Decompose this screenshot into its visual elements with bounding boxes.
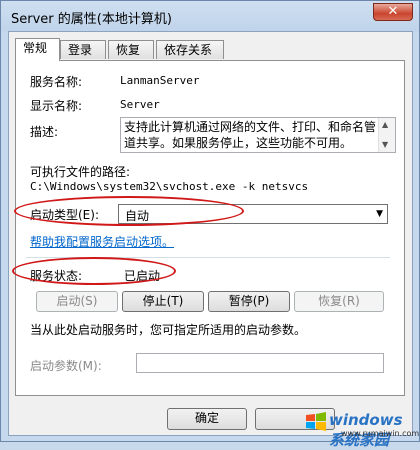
general-tab-panel: 服务名称: LanmanServer 显示名称: Server 描述: 支持此计… (15, 60, 405, 396)
properties-window: Server 的属性(本地计算机) ✕ 常规 登录 恢复 依存关系 服务名称: … (0, 0, 420, 449)
startup-type-label: 启动类型(E): (30, 208, 99, 222)
tab-general[interactable]: 常规 (15, 38, 60, 61)
description-label: 描述: (30, 125, 59, 139)
display-name-value: Server (120, 98, 160, 111)
tab-dependencies[interactable]: 依存关系 (156, 40, 224, 59)
service-name-label: 服务名称: (30, 75, 83, 89)
service-status-value: 已启动 (124, 269, 161, 283)
pause-button[interactable]: 暂停(P) (208, 291, 290, 312)
exe-path-value: C:\Windows\system32\svchost.exe -k netsv… (30, 180, 309, 193)
ok-button[interactable]: 确定 (167, 408, 247, 430)
close-button[interactable]: ✕ (373, 3, 413, 21)
display-name-label: 显示名称: (30, 99, 83, 113)
start-button[interactable]: 启动(S) (36, 291, 118, 312)
tab-logon[interactable]: 登录 (60, 40, 106, 59)
startup-type-value: 自动 (125, 209, 150, 223)
description-value: 支持此计算机通过网络的文件、打印、和命名管道共享。如果服务停止，这些功能不可用。 (124, 120, 377, 150)
start-params-hint: 当从此处启动服务时，您可指定所适用的启动参数。 (30, 323, 307, 337)
dropdown-arrow-icon[interactable]: ▼ (376, 209, 383, 219)
close-icon: ✕ (387, 4, 399, 19)
description-box[interactable]: 支持此计算机通过网络的文件、打印、和命名管道共享。如果服务停止，这些功能不可用。… (120, 117, 396, 153)
service-status-label: 服务状态: (30, 269, 83, 283)
startup-type-select[interactable]: 自动 ▼ (118, 204, 388, 224)
help-configure-link[interactable]: 帮助我配置服务启动选项。 (30, 233, 174, 250)
scroll-up-icon[interactable]: ▲ (382, 120, 388, 129)
title-bar[interactable]: Server 的属性(本地计算机) ✕ (1, 1, 419, 31)
exe-path-label: 可执行文件的路径: (30, 165, 131, 179)
tab-recovery[interactable]: 恢复 (108, 40, 154, 59)
window-title: Server 的属性(本地计算机) (11, 12, 172, 27)
description-scrollbar[interactable]: ▲ ▼ (378, 118, 395, 152)
windows-logo-icon (306, 412, 326, 431)
start-params-input[interactable] (136, 353, 384, 373)
watermark-url: www.rumaiwin.com (341, 429, 420, 438)
stop-button[interactable]: 停止(T) (122, 291, 204, 312)
watermark: windows系统家园 www.rumaiwin.com (305, 407, 419, 449)
resume-button[interactable]: 恢复(R) (294, 291, 384, 312)
separator (26, 257, 390, 258)
dialog-client-area: 常规 登录 恢复 依存关系 服务名称: LanmanServer 显示名称: S… (8, 31, 413, 436)
start-params-label: 启动参数(M): (30, 359, 102, 373)
scroll-down-icon[interactable]: ▼ (382, 140, 388, 149)
service-name-value: LanmanServer (120, 74, 200, 87)
